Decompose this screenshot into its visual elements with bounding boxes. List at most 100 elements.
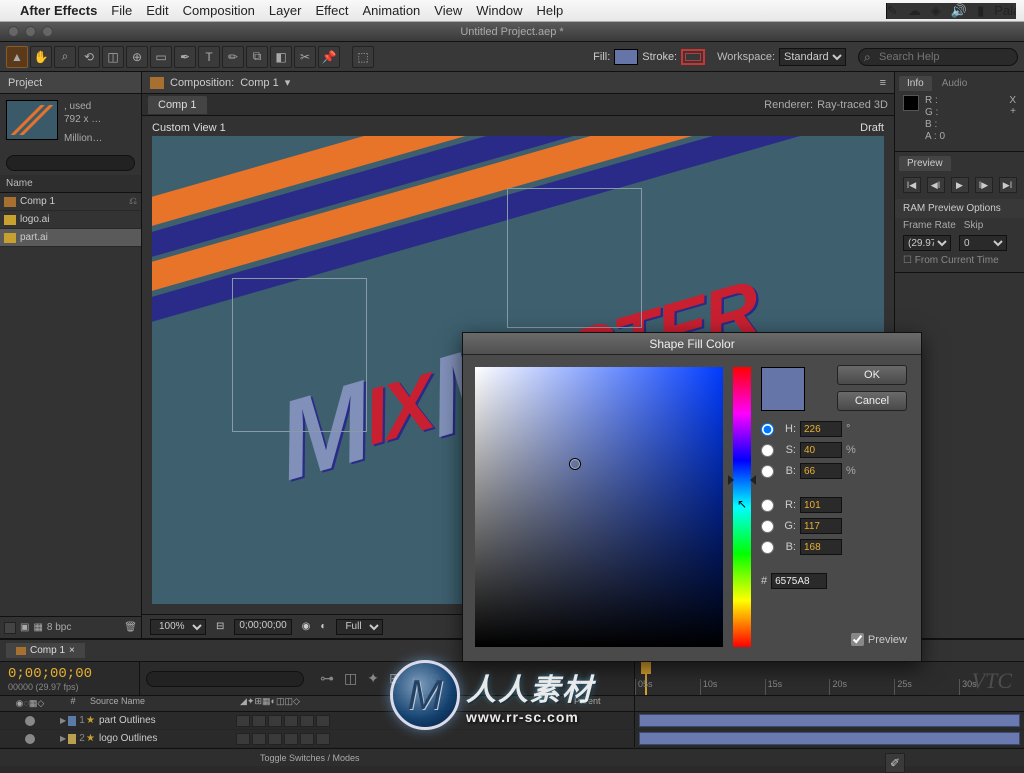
preview-checkbox[interactable] [851, 633, 864, 646]
menu-file[interactable]: File [111, 3, 132, 18]
user-name[interactable]: Paladin [994, 3, 1016, 18]
interpret-icon[interactable] [4, 622, 16, 634]
b-input[interactable] [800, 463, 842, 479]
twirl-icon[interactable]: ▶ [60, 734, 66, 743]
panel-menu-icon[interactable]: ≡ [880, 77, 886, 89]
hue-slider[interactable]: ↖ [733, 367, 751, 647]
skip-select[interactable]: 0 [959, 235, 1007, 251]
bb-input[interactable] [800, 539, 842, 555]
preview-tab[interactable]: Preview [899, 156, 951, 171]
s-radio[interactable] [761, 444, 774, 457]
menu-animation[interactable]: Animation [362, 3, 420, 18]
project-item-part[interactable]: part.ai [0, 229, 141, 247]
project-search-input[interactable] [6, 155, 135, 171]
zoom-icon[interactable] [42, 26, 53, 37]
brush-tool-icon[interactable]: ✏ [222, 46, 244, 68]
info-tab[interactable]: Info [899, 76, 932, 91]
r-radio[interactable] [761, 499, 774, 512]
trash-icon[interactable]: 🗑 [124, 622, 137, 633]
g-input[interactable] [800, 518, 842, 534]
label-swatch[interactable] [68, 734, 76, 744]
h-input[interactable] [800, 421, 842, 437]
layer-name[interactable]: logo Outlines [99, 733, 157, 744]
project-item-comp[interactable]: Comp 1 ⎌ [0, 193, 141, 211]
tl-icon[interactable]: ⊞ [389, 670, 401, 687]
prev-frame-icon[interactable]: ◀I [927, 177, 945, 193]
volume-icon[interactable]: 🔊 [951, 3, 967, 19]
tl-icon[interactable]: ✦ [367, 670, 379, 687]
bpc-label[interactable]: 8 bpc [47, 622, 71, 633]
clone-tool-icon[interactable]: ⧉ [246, 46, 268, 68]
snapshot-icon[interactable]: ◉ [302, 621, 311, 632]
workspace-select[interactable]: Standard [779, 48, 846, 66]
layer-name[interactable]: part Outlines [99, 715, 156, 726]
bb-radio[interactable] [761, 541, 774, 554]
camera-tool-icon[interactable]: ◫ [102, 46, 124, 68]
audio-tab[interactable]: Audio [934, 76, 976, 91]
b-radio[interactable] [761, 465, 774, 478]
cloud-icon[interactable]: ☁ [908, 3, 921, 19]
menu-window[interactable]: Window [476, 3, 522, 18]
source-column[interactable]: Source Name [86, 696, 236, 711]
tl-icon[interactable]: ⊶ [320, 670, 334, 687]
tl-icon[interactable]: ◫ [344, 670, 357, 687]
text-tool-icon[interactable]: T [198, 46, 220, 68]
folder-icon[interactable]: ▣ [20, 622, 29, 633]
ram-preview-header[interactable]: RAM Preview Options [895, 199, 1024, 218]
hex-input[interactable] [771, 573, 827, 589]
eyedropper-icon[interactable]: ✐ [885, 753, 905, 773]
flowchart-icon[interactable]: ⎌ [129, 196, 137, 207]
close-icon[interactable] [8, 26, 19, 37]
ok-button[interactable]: OK [837, 365, 907, 385]
layer-bar[interactable] [639, 714, 1020, 727]
anchor-tool-icon[interactable]: ⊕ [126, 46, 148, 68]
battery-icon[interactable]: ▮ [977, 3, 984, 19]
next-frame-icon[interactable]: I▶ [975, 177, 993, 193]
comp-crumb-name[interactable]: Comp 1 [240, 77, 279, 89]
menu-help[interactable]: Help [536, 3, 563, 18]
wifi-icon[interactable]: ◈ [931, 3, 941, 19]
renderer-value[interactable]: Ray-traced 3D [817, 99, 888, 111]
evernote-icon[interactable]: ✎ [887, 3, 898, 19]
color-cursor-icon[interactable] [570, 459, 580, 469]
frame-rate-select[interactable]: (29.97) [903, 235, 951, 251]
r-input[interactable] [800, 497, 842, 513]
timecode-display[interactable]: 0;00;00;00 [234, 619, 291, 635]
tl-icon[interactable]: ⊘ [429, 670, 441, 687]
selection-tool-icon[interactable]: ▲ [6, 46, 28, 68]
project-item-logo[interactable]: logo.ai [0, 211, 141, 229]
puppet-tool-icon[interactable]: 📌 [318, 46, 340, 68]
channels-icon[interactable]: ◐ [320, 621, 326, 632]
label-swatch[interactable] [68, 716, 76, 726]
resolution-select[interactable]: Full [336, 619, 383, 635]
twirl-icon[interactable]: ▶ [60, 716, 66, 725]
stroke-swatch[interactable] [681, 49, 705, 65]
eye-icon[interactable] [25, 716, 35, 726]
comp-tab[interactable]: Comp 1 [148, 96, 207, 114]
fill-swatch[interactable] [614, 49, 638, 65]
toggle-switches-button[interactable]: Toggle Switches / Modes [260, 753, 360, 763]
timeline-search-input[interactable] [146, 671, 304, 687]
from-current-checkbox[interactable]: ☐ From Current Time [895, 253, 1024, 268]
rect-tool-icon[interactable]: ▭ [150, 46, 172, 68]
layer-bar[interactable] [639, 732, 1020, 745]
menu-layer[interactable]: Layer [269, 3, 302, 18]
dropdown-icon[interactable]: ▾ [285, 76, 291, 89]
app-name[interactable]: After Effects [20, 3, 97, 18]
eraser-tool-icon[interactable]: ◧ [270, 46, 292, 68]
cancel-button[interactable]: Cancel [837, 391, 907, 411]
menu-edit[interactable]: Edit [146, 3, 168, 18]
menu-effect[interactable]: Effect [315, 3, 348, 18]
rotate-tool-icon[interactable]: ⟲ [78, 46, 100, 68]
minimize-icon[interactable] [25, 26, 36, 37]
menu-composition[interactable]: Composition [183, 3, 255, 18]
g-radio[interactable] [761, 520, 774, 533]
new-color-swatch[interactable] [761, 367, 805, 411]
asset-thumbnail[interactable] [6, 100, 58, 140]
pen-tool-icon[interactable]: ✒ [174, 46, 196, 68]
timeline-timecode[interactable]: 0;00;00;00 [8, 666, 131, 682]
s-input[interactable] [800, 442, 842, 458]
lock-icon[interactable]: ⊟ [216, 621, 224, 632]
saturation-field[interactable] [475, 367, 723, 647]
search-help-input[interactable] [858, 48, 1018, 66]
